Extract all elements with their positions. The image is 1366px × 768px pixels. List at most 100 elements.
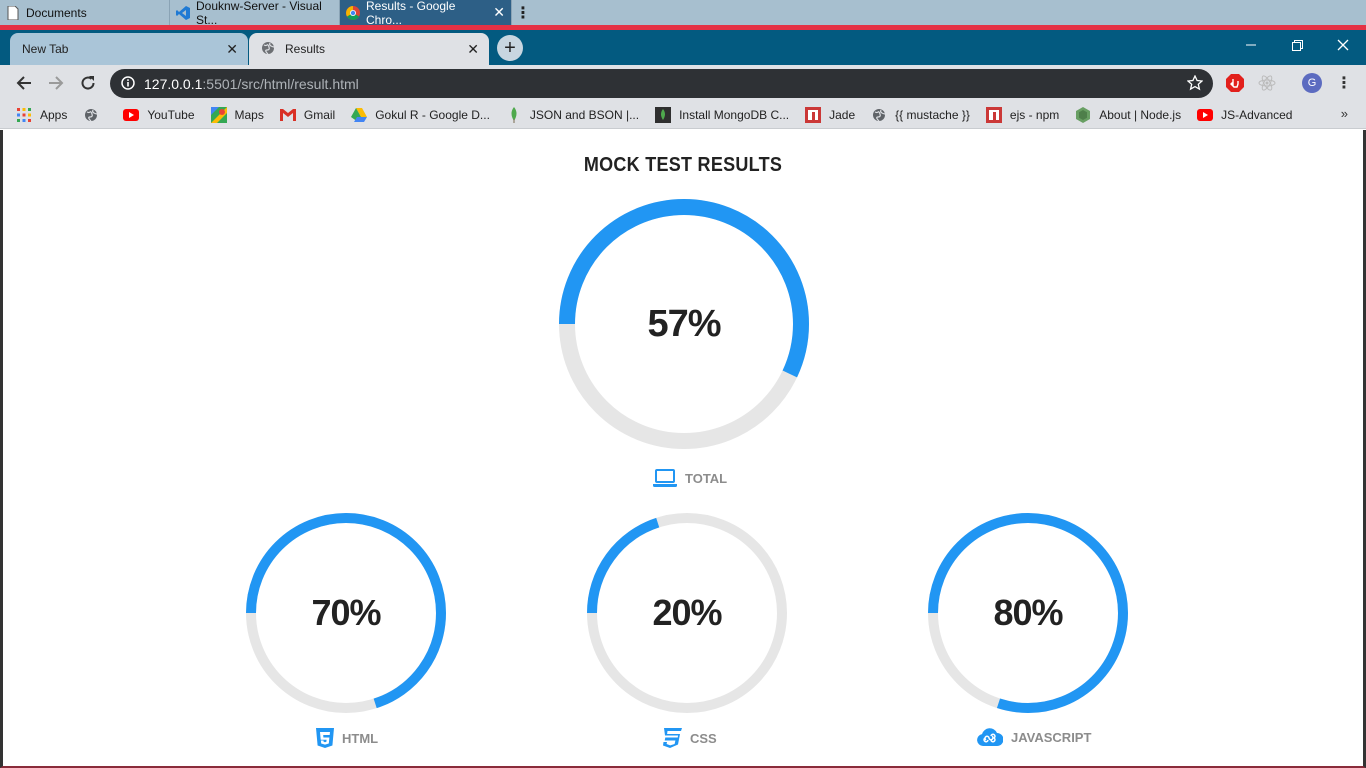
url-path: :5501/src/html/result.html (202, 75, 359, 92)
bookmark-label: Jade (829, 107, 856, 122)
chrome-icon (346, 5, 360, 20)
bookmark-label: JS-Advanced (1221, 107, 1293, 122)
tab-new-tab[interactable]: New Tab ✕ (10, 33, 248, 65)
profile-avatar[interactable]: G (1302, 73, 1322, 93)
info-icon[interactable] (121, 76, 135, 95)
adblock-icon[interactable] (1225, 73, 1245, 93)
css-progress-ring: 20% (582, 508, 792, 718)
bookmark-label: About | Node.js (1099, 107, 1182, 122)
more-vertical-icon[interactable]: ⋮ (512, 0, 534, 25)
globe-icon (871, 107, 887, 123)
globe-icon (261, 41, 275, 58)
url-host: 127.0.0.1 (144, 75, 203, 92)
document-icon (6, 5, 20, 20)
taskbar-window-label: Results - Google Chro... (366, 0, 456, 27)
html-label: HTML (316, 728, 378, 748)
close-icon[interactable]: ✕ (493, 4, 505, 21)
bookmark-label: JSON and BSON |... (529, 107, 640, 122)
bookmark-json-bson[interactable]: JSON and BSON |... (506, 106, 640, 123)
bookmark-install-mongodb[interactable]: Install MongoDB C... (655, 106, 790, 123)
total-label-text: TOTAL (685, 470, 728, 486)
javascript-percent: 80% (993, 592, 1063, 633)
bookmark-label: Install MongoDB C... (679, 107, 790, 122)
forward-arrow-icon[interactable] (44, 71, 68, 95)
bookmark-label: Maps (234, 107, 264, 122)
bookmark-ejs-npm[interactable]: ejs - npm (985, 106, 1060, 123)
page-content: MOCK TEST RESULTS 57% TOTAL 70% HTML 20%… (0, 130, 1366, 768)
react-devtools-icon[interactable] (1257, 73, 1277, 93)
taskbar-window-chrome[interactable]: Results - Google Chro... ✕ (340, 0, 512, 27)
npm-icon (805, 106, 822, 123)
css-percent: 20% (652, 592, 722, 633)
javascript-progress-ring: 80% (923, 508, 1133, 718)
close-icon[interactable]: ✕ (226, 41, 238, 58)
tab-strip: New Tab ✕ Results ✕ + (0, 30, 1366, 65)
bookmark-label: ejs - npm (1009, 107, 1060, 122)
gmail-icon (279, 107, 296, 123)
minimize-icon[interactable] (1228, 30, 1274, 60)
nodejs-icon (1075, 106, 1091, 123)
tab-results[interactable]: Results ✕ (249, 33, 489, 65)
restore-icon[interactable] (1274, 30, 1320, 60)
bookmark-globe[interactable] (83, 107, 107, 123)
globe-icon (83, 107, 99, 123)
css-label: CSS (662, 728, 717, 748)
address-bar[interactable]: 127.0.0.1:5501/src/html/result.html (110, 69, 1213, 98)
html-label-text: HTML (342, 730, 379, 746)
menu-more-icon[interactable]: ⋮ (1334, 73, 1354, 93)
bookmark-drive[interactable]: Gokul R - Google D... (351, 107, 490, 123)
bookmark-label: Apps (40, 107, 68, 122)
html-percent: 70% (311, 592, 381, 633)
bookmark-maps[interactable]: Maps (210, 106, 264, 123)
drive-icon (351, 107, 368, 123)
mongodb-icon (655, 106, 672, 123)
laptop-icon (653, 469, 677, 487)
cloud-link-icon (976, 728, 1003, 746)
total-label: TOTAL (653, 469, 727, 487)
mongodb-leaf-icon (506, 106, 522, 123)
star-icon[interactable] (1186, 74, 1204, 96)
reload-icon[interactable] (76, 71, 100, 95)
close-icon[interactable]: ✕ (467, 41, 479, 58)
css3-icon (662, 728, 682, 748)
maps-icon (210, 106, 227, 123)
javascript-label: JAVASCRIPT (976, 728, 1091, 746)
back-arrow-icon[interactable] (12, 71, 36, 95)
bookmark-label: {{ mustache }} (895, 107, 970, 122)
youtube-icon (1197, 107, 1214, 123)
html5-icon (316, 728, 334, 748)
taskbar-window-label: Documents (26, 5, 87, 20)
bookmark-gmail[interactable]: Gmail (279, 107, 336, 123)
bookmark-apps[interactable]: Apps (16, 107, 67, 123)
url-text: 127.0.0.1:5501/src/html/result.html (144, 76, 359, 92)
apps-grid-icon (16, 107, 32, 123)
bookmark-label: Gmail (303, 107, 336, 122)
bookmark-nodejs[interactable]: About | Node.js (1075, 106, 1182, 123)
bookmark-label: Gokul R - Google D... (375, 107, 490, 122)
chevron-double-right-icon[interactable]: » (1341, 106, 1348, 121)
total-progress-ring: 57% (556, 196, 812, 452)
close-window-icon[interactable] (1320, 30, 1366, 60)
npm-icon (985, 106, 1002, 123)
bookmark-youtube[interactable]: YouTube (123, 107, 195, 123)
total-percent: 57% (647, 302, 721, 345)
bookmark-jade[interactable]: Jade (805, 106, 856, 123)
os-taskbar: Documents Douknw-Server - Visual St... R… (0, 0, 1366, 27)
tab-label: Results (285, 42, 326, 56)
html-progress-ring: 70% (241, 508, 451, 718)
browser-toolbar: 127.0.0.1:5501/src/html/result.html G ⋮ (0, 65, 1366, 101)
taskbar-window-vscode[interactable]: Douknw-Server - Visual St... (170, 0, 340, 27)
tab-label: New Tab (22, 42, 69, 56)
vscode-icon (176, 5, 190, 20)
youtube-icon (123, 107, 140, 123)
bookmarks-bar: Apps YouTube Maps Gmail Gokul R - Google… (0, 101, 1366, 129)
taskbar-window-label: Douknw-Server - Visual St... (196, 0, 322, 27)
new-tab-button[interactable]: + (497, 35, 523, 61)
bookmark-js-advanced[interactable]: JS-Advanced (1197, 107, 1292, 123)
css-label-text: CSS (690, 730, 717, 746)
page-title: MOCK TEST RESULTS (583, 154, 783, 176)
bookmark-label: YouTube (147, 107, 195, 122)
javascript-label-text: JAVASCRIPT (1011, 729, 1092, 745)
taskbar-window-documents[interactable]: Documents (0, 0, 170, 25)
bookmark-mustache[interactable]: {{ mustache }} (871, 107, 970, 123)
